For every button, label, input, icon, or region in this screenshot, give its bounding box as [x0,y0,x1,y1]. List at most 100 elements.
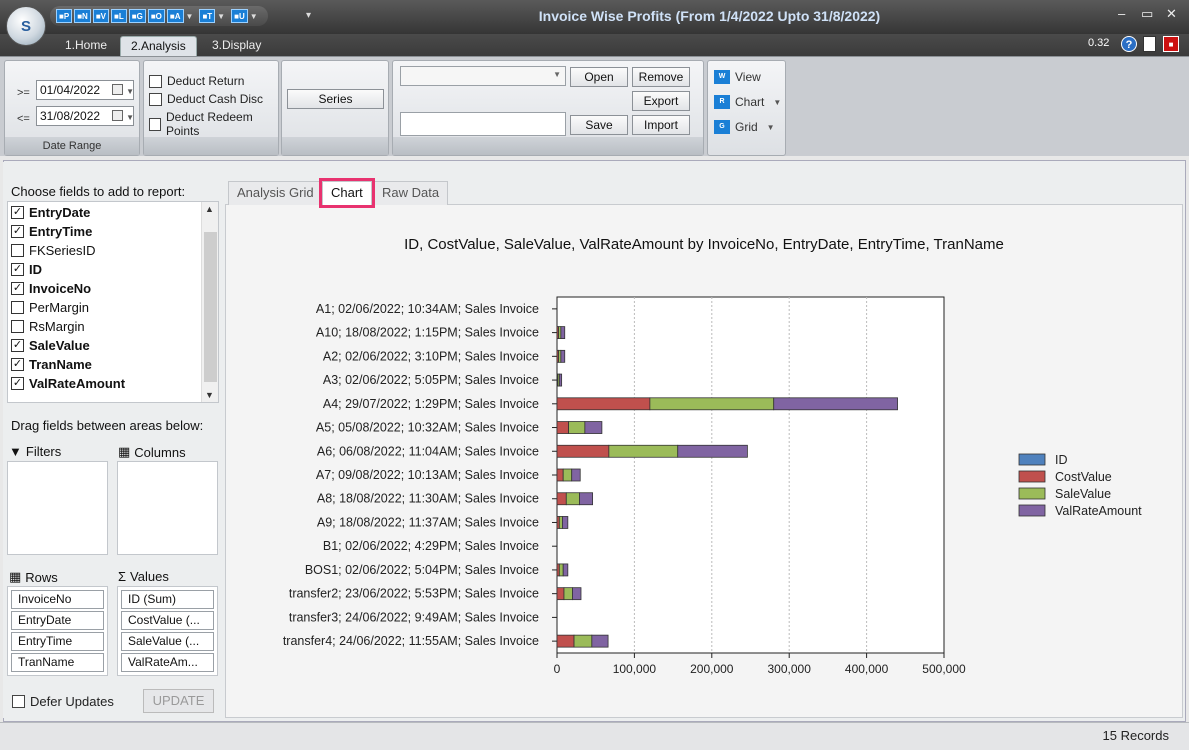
field-checkbox-tranname[interactable]: ✓ TranName [11,355,92,374]
value-field-chip[interactable]: CostValue (... [121,611,214,630]
drag-fields-title: Drag fields between areas below: [11,418,204,433]
field-checkbox-rsmargin[interactable]: RsMargin [11,317,85,336]
bar-segment-costvalue [556,468,564,482]
chart-panel: ID, CostValue, SaleValue, ValRateAmount … [225,204,1183,718]
deduct-return-checkbox[interactable]: Deduct Return [149,74,244,88]
chart-button[interactable]: R Chart ▼ [714,95,781,109]
field-checkbox-id[interactable]: ✓ ID [11,260,42,279]
values-drop-area[interactable]: ID (Sum) CostValue (... SaleValue (... V… [117,586,218,676]
legend-label: SaleValue [1055,487,1111,501]
bar-segment-costvalue [556,492,567,506]
row-field-chip[interactable]: EntryDate [11,611,104,630]
import-button[interactable]: Import [632,115,690,135]
ribbon: >= 01/04/2022 ▼ <= 31/08/2022 ▼ Date Ran… [0,56,1189,156]
field-checkbox-entrydate[interactable]: ✓ EntryDate [11,203,90,222]
defer-updates-checkbox[interactable]: Defer Updates [12,694,114,709]
value-field-chip[interactable]: ValRateAm... [121,653,214,672]
scrollbar-thumb[interactable] [204,232,217,382]
view-button[interactable]: W View [714,70,761,84]
chevron-down-icon[interactable]: ▼ [126,109,134,127]
checkmark-icon[interactable]: ✓ [11,282,24,295]
document-icon[interactable] [1143,36,1156,52]
series-button[interactable]: Series [287,89,384,109]
app-logo-icon[interactable]: S [6,6,46,46]
checkmark-icon[interactable]: ✓ [11,263,24,276]
x-tick-label: 400,000 [845,662,889,676]
open-button[interactable]: Open [570,67,628,87]
chart-icon: R [714,95,730,109]
value-field-chip[interactable]: ID (Sum) [121,590,214,609]
layout-group: ▼ Open Remove Export Save Import [392,60,704,156]
language-flag-icon[interactable]: ■ [1163,36,1179,52]
calendar-icon[interactable] [112,110,123,121]
version-label: 0.32 [1088,37,1110,49]
chevron-down-icon[interactable]: ▼ [767,123,775,132]
tab-chart[interactable]: Chart [319,178,375,208]
help-icon[interactable]: ? [1121,36,1137,52]
grid-button[interactable]: G Grid ▼ [714,120,775,134]
y-tick-label: A1; 02/06/2022; 10:34AM; Sales Invoice [316,302,539,316]
bar-segment-salevalue [649,397,775,411]
scroll-down-icon[interactable]: ▼ [205,390,214,400]
update-button[interactable]: UPDATE [143,689,214,713]
chevron-down-icon[interactable]: ▼ [553,70,561,79]
field-checkbox-permargin[interactable]: PerMargin [11,298,89,317]
remove-button[interactable]: Remove [632,67,690,87]
row-field-chip[interactable]: InvoiceNo [11,590,104,609]
field-checkbox-valrateamount[interactable]: ✓ ValRateAmount [11,374,125,393]
row-field-chip[interactable]: TranName [11,653,104,672]
rows-drop-area[interactable]: InvoiceNo EntryDate EntryTime TranName [7,586,108,676]
value-field-chip[interactable]: SaleValue (... [121,632,214,651]
scroll-up-icon[interactable]: ▲ [205,204,214,214]
tab-raw-data[interactable]: Raw Data [373,181,449,205]
checkmark-icon[interactable]: ✓ [11,377,24,390]
bar-segment-valrateamount [560,326,566,339]
chevron-down-icon[interactable]: ▼ [773,98,781,107]
checkmark-icon[interactable]: ✓ [11,339,24,352]
bar-segment-salevalue [563,587,573,601]
maximize-button[interactable]: ▭ [1141,6,1153,22]
columns-drop-area[interactable] [117,461,218,555]
checkmark-icon[interactable]: ✓ [11,206,24,219]
field-label: EntryDate [29,205,91,220]
field-checkbox-fkseriesid[interactable]: FKSeriesID [11,241,95,260]
checkbox-empty[interactable] [11,301,24,314]
to-date-field[interactable]: 31/08/2022 ▼ [36,106,134,126]
field-label: EntryTime [29,224,93,239]
bar-segment-salevalue [562,468,573,482]
tab-analysis[interactable]: 2.Analysis [120,36,197,56]
checkbox-empty[interactable] [11,244,24,257]
chevron-down-icon[interactable]: ▼ [126,83,134,101]
checkmark-icon[interactable]: ✓ [11,225,24,238]
y-tick-label: A9; 18/08/2022; 11:37AM; Sales Invoice [317,515,539,529]
tab-home[interactable]: 1.Home [55,36,117,56]
view-icon: W [714,70,730,84]
layout-combo[interactable]: ▼ [400,66,566,86]
tab-analysis-grid[interactable]: Analysis Grid [228,181,323,205]
layout-name-input[interactable] [400,112,566,136]
row-field-chip[interactable]: EntryTime [11,632,104,651]
y-tick-label: BOS1; 02/06/2022; 5:04PM; Sales Invoice [305,563,539,577]
field-checkbox-invoiceno[interactable]: ✓ InvoiceNo [11,279,91,298]
tab-display[interactable]: 3.Display [202,36,271,56]
from-date-field[interactable]: 01/04/2022 ▼ [36,80,134,100]
calendar-icon[interactable] [112,84,123,95]
field-checkbox-salevalue[interactable]: ✓ SaleValue [11,336,90,355]
x-tick-label: 0 [554,662,561,676]
deduct-cash-disc-checkbox[interactable]: Deduct Cash Disc [149,92,263,106]
field-list-scrollbar[interactable]: ▲ ▼ [201,202,218,402]
field-checkbox-entrytime[interactable]: ✓ EntryTime [11,222,92,241]
bar-segment-valrateamount [558,373,563,387]
filters-drop-area[interactable] [7,461,108,555]
close-button[interactable]: ✕ [1166,6,1177,22]
y-tick-label: A10; 18/08/2022; 1:15PM; Sales Invoice [316,326,539,340]
title-bar: ■ P ■ N ■ V ■ L ■ G ■ O ■ A ▼ ■ T ▼ ■ U ▼ ▾ Invoi… [0,0,1189,34]
bar-segment-costvalue [556,587,565,601]
chart-title: ID, CostValue, SaleValue, ValRateAmount … [404,236,1004,253]
deduct-redeem-points-checkbox[interactable]: Deduct Redeem Points [149,110,278,138]
minimize-button[interactable]: – [1118,6,1125,21]
checkbox-empty[interactable] [11,320,24,333]
save-button[interactable]: Save [570,115,628,135]
checkmark-icon[interactable]: ✓ [11,358,24,371]
export-button[interactable]: Export [632,91,690,111]
